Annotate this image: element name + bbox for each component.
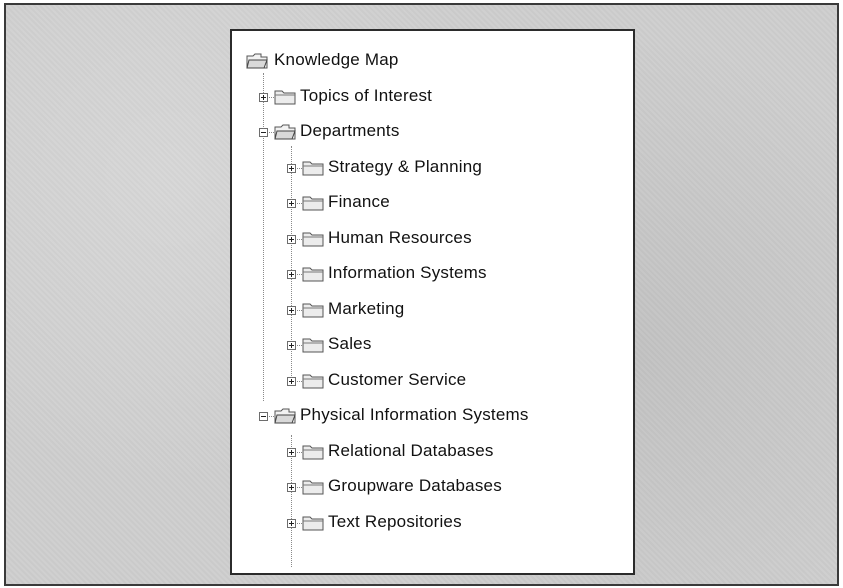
tree-item-strategy-planning[interactable]: Strategy & Planning — [328, 157, 482, 177]
open-folder-icon — [274, 407, 296, 425]
expand-toggle-strategy-planning[interactable] — [287, 163, 296, 173]
tree-item-information-systems[interactable]: Information Systems — [328, 263, 487, 283]
knowledge-map-tree: Knowledge Map Topics of Interest Departmen… — [232, 31, 633, 573]
folder-icon — [302, 443, 324, 461]
folder-icon — [302, 514, 324, 532]
tree-item-groupware-databases[interactable]: Groupware Databases — [328, 476, 502, 496]
expand-toggle-relational-databases[interactable] — [287, 447, 296, 457]
expand-toggle-customer-service[interactable] — [287, 376, 296, 386]
tree-item-sales[interactable]: Sales — [328, 334, 372, 354]
tree-item-physical-information-systems[interactable]: Physical Information Systems — [300, 405, 529, 425]
expand-toggle-groupware-databases[interactable] — [287, 483, 296, 492]
tree-root-label[interactable]: Knowledge Map — [274, 50, 399, 70]
collapse-toggle-physical-information-systems[interactable] — [259, 412, 268, 421]
tree-item-departments[interactable]: Departments — [300, 121, 400, 141]
folder-icon — [302, 159, 324, 177]
open-folder-icon — [246, 52, 268, 70]
open-folder-icon — [274, 123, 296, 141]
expand-toggle-information-systems[interactable] — [287, 270, 296, 279]
tree-view-panel: Knowledge Map Topics of Interest Departmen… — [230, 29, 635, 575]
expand-toggle-text-repositories[interactable] — [287, 518, 296, 528]
tree-connector-line — [263, 73, 264, 401]
tree-item-human-resources[interactable]: Human Resources — [328, 228, 472, 248]
tree-item-topics-of-interest[interactable]: Topics of Interest — [300, 86, 432, 106]
folder-icon — [302, 478, 324, 496]
screenshot-frame: Knowledge Map Topics of Interest Departmen… — [4, 3, 839, 586]
folder-icon — [302, 336, 324, 354]
folder-icon — [274, 88, 296, 106]
tree-item-customer-service[interactable]: Customer Service — [328, 370, 466, 390]
folder-icon — [302, 230, 324, 248]
expand-toggle-human-resources[interactable] — [287, 234, 296, 244]
expand-toggle-sales[interactable] — [287, 341, 296, 350]
tree-item-finance[interactable]: Finance — [328, 192, 390, 212]
folder-icon — [302, 372, 324, 390]
tree-item-relational-databases[interactable]: Relational Databases — [328, 441, 494, 461]
expand-toggle-finance[interactable] — [287, 199, 296, 208]
folder-icon — [302, 265, 324, 283]
collapse-toggle-departments[interactable] — [259, 128, 268, 137]
tree-item-marketing[interactable]: Marketing — [328, 299, 404, 319]
folder-icon — [302, 301, 324, 319]
expand-toggle-topics-of-interest[interactable] — [259, 92, 268, 102]
tree-item-text-repositories[interactable]: Text Repositories — [328, 512, 462, 532]
folder-icon — [302, 194, 324, 212]
expand-toggle-marketing[interactable] — [287, 305, 296, 315]
